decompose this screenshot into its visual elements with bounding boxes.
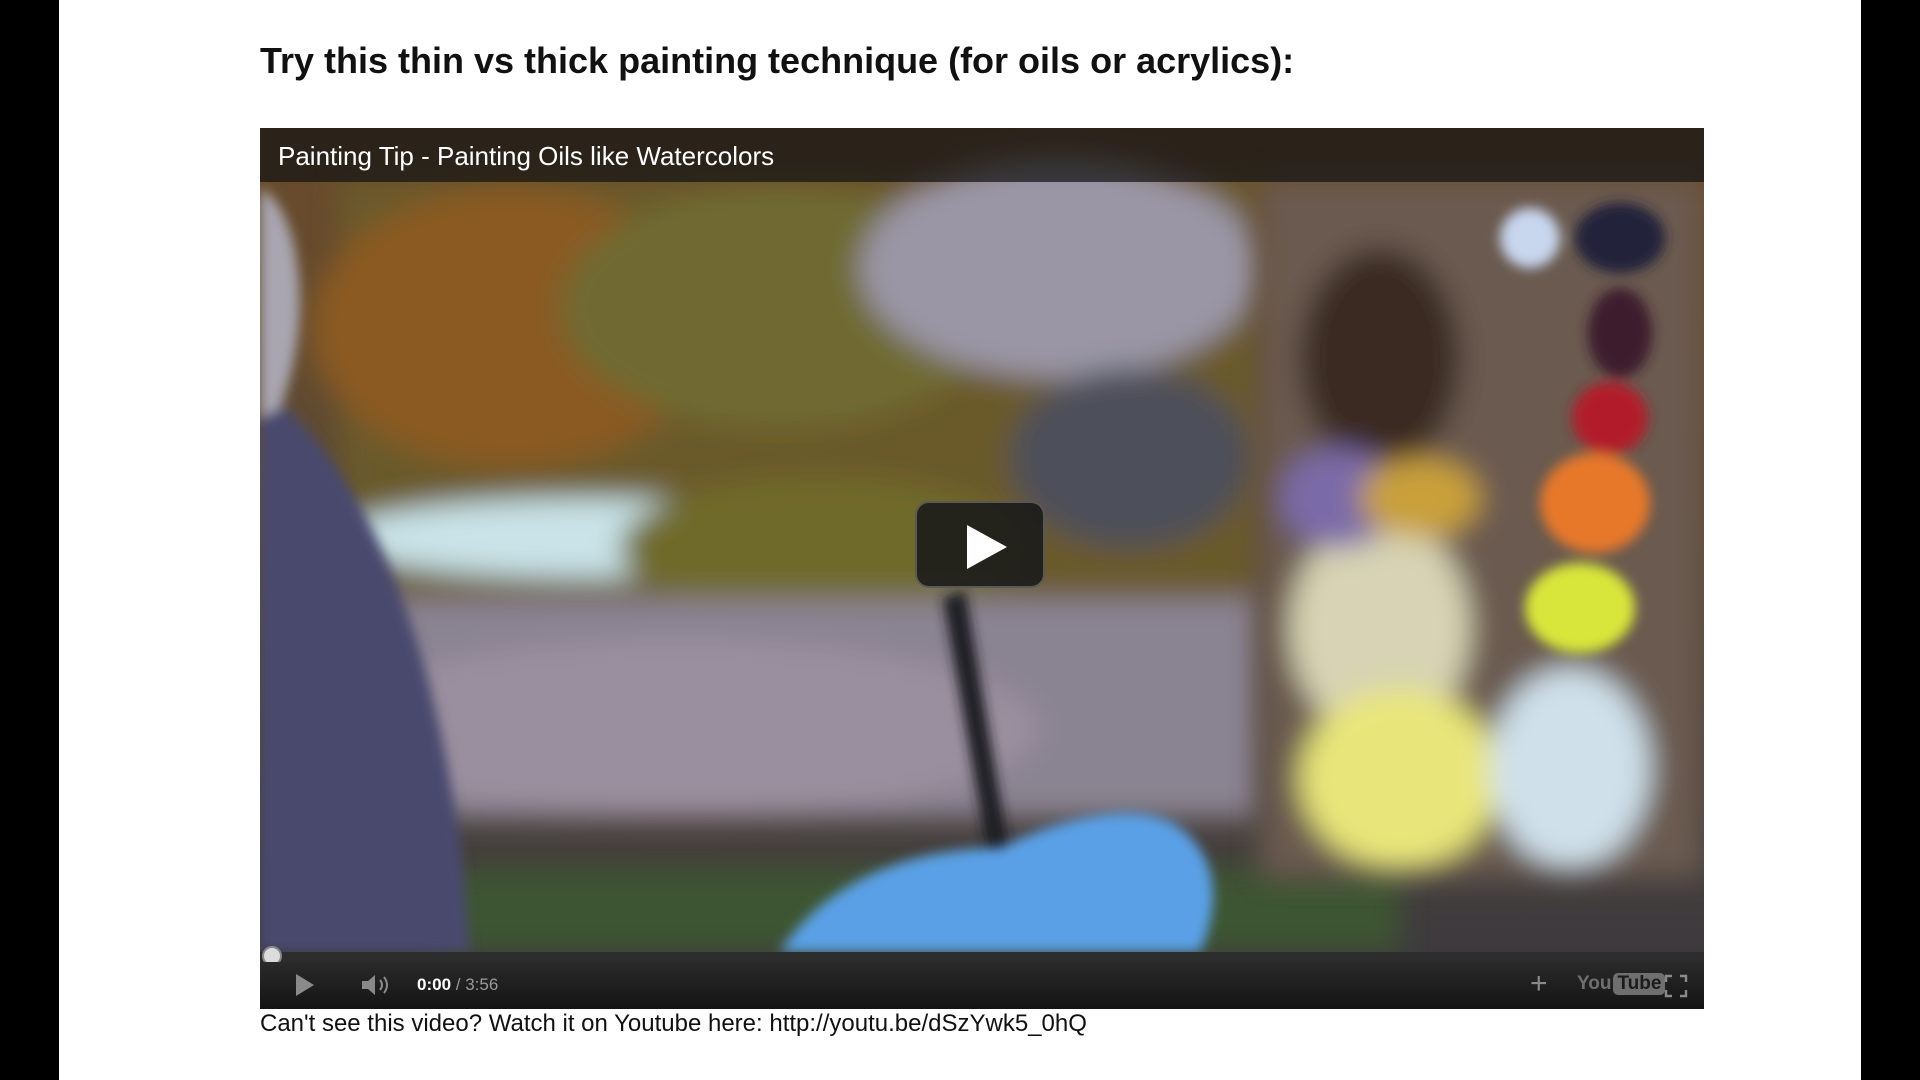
time-display: 0:00 / 3:56	[417, 975, 498, 995]
youtube-logo-you: You	[1577, 973, 1612, 994]
youtube-logo[interactable]: You Tube	[1577, 973, 1666, 995]
caption-text: Can't see this video? Watch it on Youtub…	[260, 1010, 770, 1037]
video-title[interactable]: Painting Tip - Painting Oils like Waterc…	[278, 141, 774, 172]
plus-icon[interactable]: +	[1530, 966, 1548, 1002]
current-time: 0:00	[417, 975, 452, 994]
duration: 3:56	[465, 975, 499, 994]
play-icon	[967, 525, 1007, 569]
volume-icon[interactable]	[360, 972, 394, 998]
video-caption: Can't see this video? Watch it on Youtub…	[260, 1010, 1087, 1038]
big-play-button[interactable]	[915, 501, 1045, 588]
play-button[interactable]	[296, 974, 314, 996]
player-controls: 0:00 / 3:56 + You Tube	[260, 962, 1704, 1009]
document-page: Try this thin vs thick painting techniqu…	[59, 0, 1861, 1080]
progress-bar[interactable]	[260, 952, 1704, 962]
youtube-logo-tube: Tube	[1613, 973, 1666, 995]
page-heading: Try this thin vs thick painting techniqu…	[260, 40, 1295, 81]
video-frame[interactable]: Painting Tip - Painting Oils like Waterc…	[260, 128, 1704, 952]
video-title-bar: Painting Tip - Painting Oils like Waterc…	[260, 128, 1704, 182]
video-player[interactable]: Painting Tip - Painting Oils like Waterc…	[260, 128, 1704, 1009]
fullscreen-icon[interactable]	[1664, 974, 1688, 998]
youtube-link[interactable]: http://youtu.be/dSzYwk5_0hQ	[769, 1010, 1087, 1037]
time-separator: /	[451, 975, 466, 994]
